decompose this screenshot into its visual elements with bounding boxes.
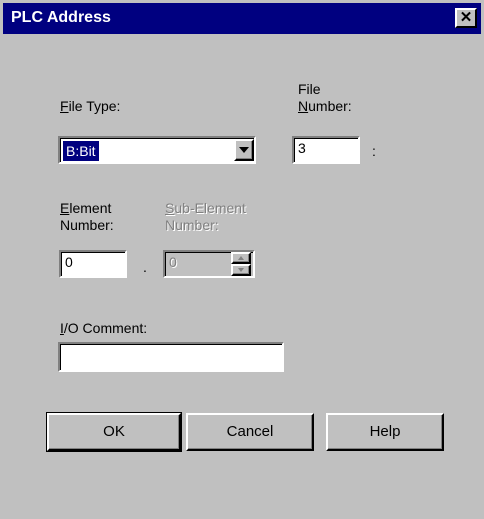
sub-element-number-value: 0: [169, 254, 177, 270]
element-number-label: Element Number:: [60, 200, 114, 233]
element-number-value: 0: [65, 254, 73, 270]
help-button[interactable]: Help: [326, 413, 444, 451]
sub-element-number-spinner[interactable]: 0: [163, 250, 255, 278]
spin-down-icon: [238, 268, 244, 272]
file-type-label: File Type:: [60, 98, 121, 114]
cancel-button[interactable]: Cancel: [186, 413, 314, 451]
file-number-label: File Number:: [298, 81, 352, 114]
cancel-button-label: Cancel: [226, 423, 274, 440]
spin-up-button[interactable]: [231, 252, 251, 264]
spin-down-button[interactable]: [231, 264, 251, 276]
file-type-dropdown-button[interactable]: [234, 139, 254, 161]
title-bar[interactable]: PLC Address ✕: [3, 3, 481, 34]
element-number-input[interactable]: 0: [59, 250, 127, 278]
ok-button-label: OK: [103, 423, 125, 440]
io-comment-label: I/O Comment:: [60, 320, 148, 336]
file-number-input[interactable]: 3: [292, 136, 360, 164]
spin-up-icon: [238, 256, 244, 260]
close-button[interactable]: ✕: [455, 8, 477, 28]
file-number-separator: :: [372, 143, 376, 159]
file-type-select[interactable]: B:Bit: [58, 136, 256, 164]
file-type-value: B:Bit: [62, 140, 100, 162]
window-title: PLC Address: [11, 9, 111, 26]
element-number-separator: .: [143, 259, 147, 275]
chevron-down-icon: [239, 147, 249, 153]
sub-element-number-label: Sub-Element Number:: [165, 200, 246, 233]
help-button-label: Help: [369, 423, 401, 440]
close-icon: ✕: [459, 9, 473, 26]
ok-button[interactable]: OK: [46, 412, 182, 452]
file-number-value: 3: [298, 140, 306, 156]
io-comment-input[interactable]: [58, 342, 284, 372]
